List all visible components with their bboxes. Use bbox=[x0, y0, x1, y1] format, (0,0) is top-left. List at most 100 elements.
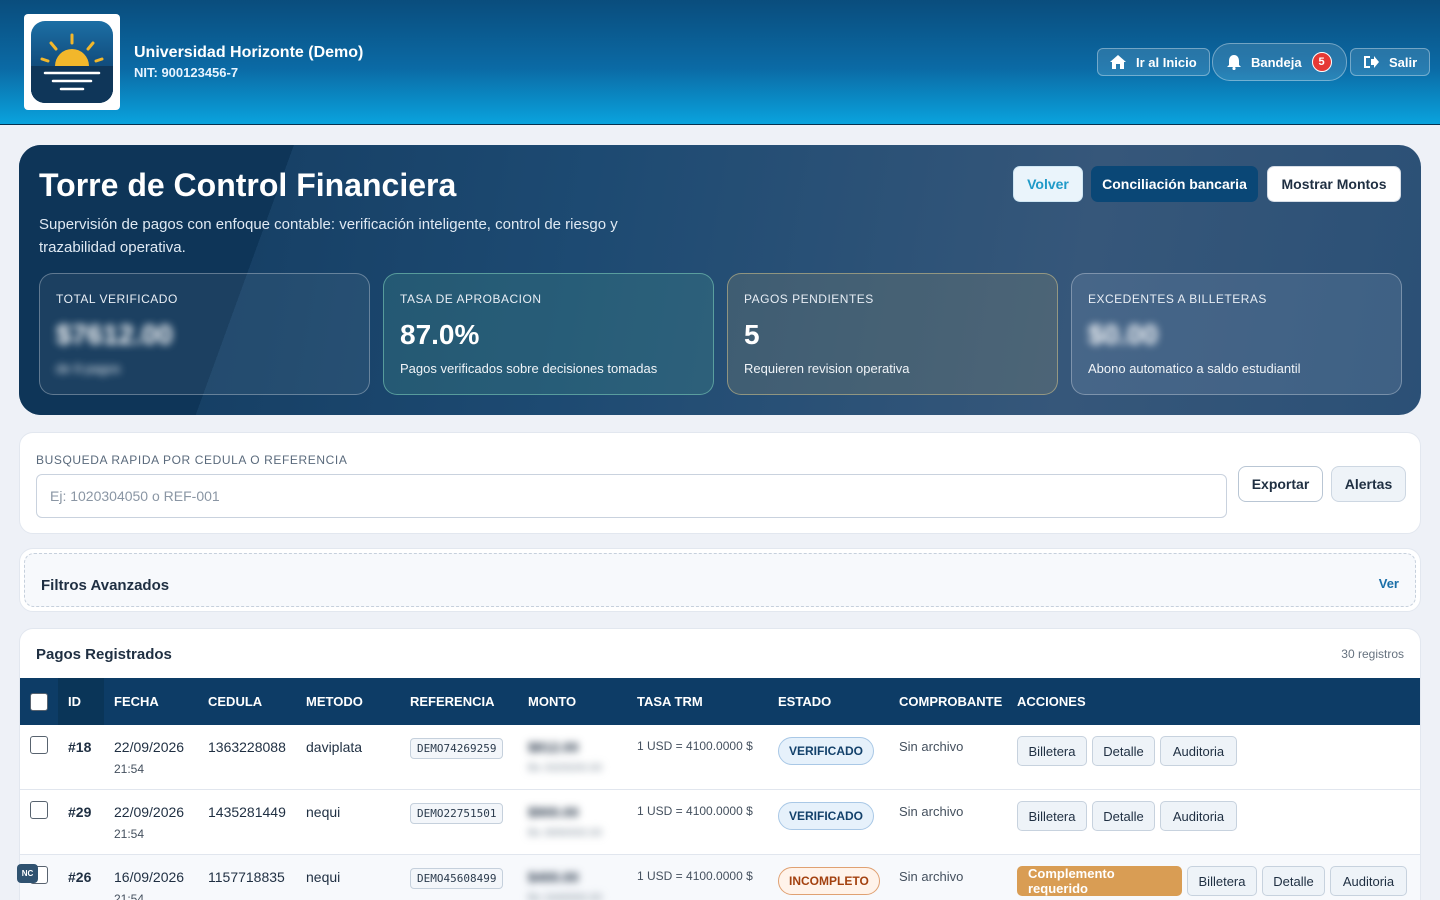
advanced-filters-panel: Filtros Avanzados Ver bbox=[19, 548, 1421, 612]
audit-button[interactable]: Auditoria bbox=[1160, 736, 1237, 766]
status-badge: VERIFICADO bbox=[778, 737, 875, 765]
col-status: ESTADO bbox=[778, 694, 832, 709]
home-label: Ir al Inicio bbox=[1136, 54, 1197, 70]
top-bar: Universidad Horizonte (Demo) NIT: 900123… bbox=[0, 0, 1440, 125]
logout-button[interactable]: Salir bbox=[1350, 48, 1431, 76]
search-input[interactable] bbox=[36, 474, 1227, 518]
detail-button[interactable]: Detalle bbox=[1092, 736, 1155, 766]
table-row: #29 22/09/2026 21:54 1435281449 nequi DE… bbox=[20, 790, 1420, 855]
payment-time: 21:54 bbox=[114, 827, 145, 841]
payment-date: 22/09/2026 bbox=[114, 804, 185, 820]
pending-payments-card: PAGOS PENDIENTES 5 Requieren revision op… bbox=[727, 273, 1058, 395]
payment-amount: $400.00 bbox=[528, 869, 579, 885]
table-row: #18 22/09/2026 21:54 1363228088 daviplat… bbox=[20, 725, 1420, 790]
inbox-count-badge: 5 bbox=[1311, 52, 1332, 72]
payment-method: daviplata bbox=[306, 739, 363, 755]
card-label: PAGOS PENDIENTES bbox=[744, 292, 874, 306]
card-note: de 9 pagos bbox=[56, 361, 121, 376]
payment-cedula: 1435281449 bbox=[208, 804, 286, 820]
payment-date: 22/09/2026 bbox=[114, 739, 185, 755]
payment-method: nequi bbox=[306, 869, 341, 885]
payment-reference: DEMO74269259 bbox=[410, 738, 504, 759]
total-verified-card: TOTAL VERIFICADO $7612.00 de 9 pagos bbox=[39, 273, 370, 395]
back-button[interactable]: Volver bbox=[1013, 166, 1083, 202]
wallet-button[interactable]: Billetera bbox=[1017, 736, 1087, 766]
payment-amount-local: Bs 3329200.00 bbox=[528, 762, 603, 774]
row-checkbox[interactable] bbox=[30, 801, 48, 819]
payment-trm: 1 USD = 4100.0000 $ bbox=[637, 804, 753, 818]
payment-time: 21:54 bbox=[114, 762, 145, 776]
detail-button[interactable]: Detalle bbox=[1092, 801, 1155, 831]
payment-cedula: 1363228088 bbox=[208, 739, 286, 755]
logout-icon bbox=[1364, 56, 1379, 68]
payments-panel: Pagos Registrados 30 registros ID FECHA … bbox=[19, 628, 1421, 900]
col-trm: TASA TRM bbox=[637, 694, 703, 709]
card-value: $7612.00 bbox=[56, 319, 173, 350]
user-widget-badge[interactable]: NC bbox=[17, 864, 38, 883]
payment-amount-local: Bs 1640000.00 bbox=[528, 892, 603, 900]
payment-amount: $812.00 bbox=[528, 739, 579, 755]
inbox-label: Bandeja bbox=[1251, 54, 1302, 70]
row-checkbox[interactable] bbox=[30, 736, 48, 754]
org-name: Universidad Horizonte (Demo) bbox=[134, 44, 364, 61]
complement-required-button[interactable]: Complemento requerido bbox=[1017, 866, 1182, 896]
audit-button[interactable]: Auditoria bbox=[1330, 866, 1407, 896]
card-value: $0.00 bbox=[1088, 319, 1159, 350]
export-button[interactable]: Exportar bbox=[1238, 466, 1323, 502]
detail-button[interactable]: Detalle bbox=[1262, 866, 1325, 896]
control-tower-hero: Torre de Control Financiera Supervisión … bbox=[19, 145, 1421, 415]
quick-search-panel: BUSQUEDA RAPIDA POR CEDULA O REFERENCIA … bbox=[19, 432, 1421, 534]
payment-amount-local: Bs 3690000.00 bbox=[528, 827, 603, 839]
payment-id: #29 bbox=[68, 804, 92, 820]
status-badge: VERIFICADO bbox=[778, 802, 875, 830]
search-label: BUSQUEDA RAPIDA POR CEDULA O REFERENCIA bbox=[36, 453, 348, 467]
payment-amount: $900.00 bbox=[528, 804, 579, 820]
show-amounts-button[interactable]: Mostrar Montos bbox=[1267, 166, 1401, 202]
payment-reference: DEMO22751501 bbox=[410, 803, 504, 824]
payment-trm: 1 USD = 4100.0000 $ bbox=[637, 739, 753, 753]
receipt-status: Sin archivo bbox=[899, 804, 964, 819]
status-badge: INCOMPLETO bbox=[778, 867, 880, 895]
org-nit: NIT: 900123456-7 bbox=[134, 65, 239, 80]
col-reference: REFERENCIA bbox=[410, 694, 495, 709]
bank-reconciliation-button[interactable]: Conciliación bancaria bbox=[1091, 166, 1258, 202]
wallet-button[interactable]: Billetera bbox=[1187, 866, 1257, 896]
filters-toggle-link[interactable]: Ver bbox=[1379, 576, 1399, 591]
card-value: 87.0% bbox=[400, 319, 480, 350]
card-label: EXCEDENTES A BILLETERAS bbox=[1088, 292, 1267, 306]
payment-time: 21:54 bbox=[114, 892, 145, 900]
table-header: ID FECHA CEDULA METODO REFERENCIA MONTO … bbox=[20, 678, 1420, 725]
inbox-button[interactable]: Bandeja 5 bbox=[1212, 43, 1347, 81]
col-method: METODO bbox=[306, 694, 363, 709]
payment-id: #26 bbox=[68, 869, 92, 885]
col-amount: MONTO bbox=[528, 694, 577, 709]
col-cedula: CEDULA bbox=[208, 694, 263, 709]
receipt-status: Sin archivo bbox=[899, 869, 964, 884]
card-label: TASA DE APROBACION bbox=[400, 292, 542, 306]
wallet-button[interactable]: Billetera bbox=[1017, 801, 1087, 831]
payment-cedula: 1157718835 bbox=[208, 869, 285, 885]
audit-button[interactable]: Auditoria bbox=[1160, 801, 1237, 831]
alerts-button[interactable]: Alertas bbox=[1331, 466, 1406, 502]
payment-reference: DEMO45608499 bbox=[410, 868, 504, 889]
payment-date: 16/09/2026 bbox=[114, 869, 185, 885]
logout-label: Salir bbox=[1389, 54, 1418, 70]
card-note: Pagos verificados sobre decisiones tomad… bbox=[400, 361, 658, 376]
card-value: 5 bbox=[744, 319, 760, 350]
home-icon bbox=[1110, 55, 1126, 69]
university-logo bbox=[24, 14, 120, 110]
table-row: #26 16/09/2026 21:54 1157718835 nequi DE… bbox=[20, 855, 1420, 900]
bell-icon bbox=[1227, 54, 1241, 70]
col-id: ID bbox=[58, 678, 104, 725]
receipt-status: Sin archivo bbox=[899, 739, 964, 754]
page-title: Torre de Control Financiera bbox=[39, 167, 457, 203]
home-button[interactable]: Ir al Inicio bbox=[1097, 48, 1210, 76]
col-receipt: COMPROBANTE bbox=[899, 694, 1003, 709]
select-all-checkbox[interactable] bbox=[30, 692, 48, 711]
page-subtitle: Supervisión de pagos con enfoque contabl… bbox=[39, 216, 618, 256]
payment-method: nequi bbox=[306, 804, 341, 820]
payment-id: #18 bbox=[68, 739, 92, 755]
payments-title: Pagos Registrados bbox=[36, 646, 172, 663]
records-count: 30 registros bbox=[1341, 647, 1404, 661]
card-note: Abono automatico a saldo estudiantil bbox=[1088, 361, 1301, 376]
